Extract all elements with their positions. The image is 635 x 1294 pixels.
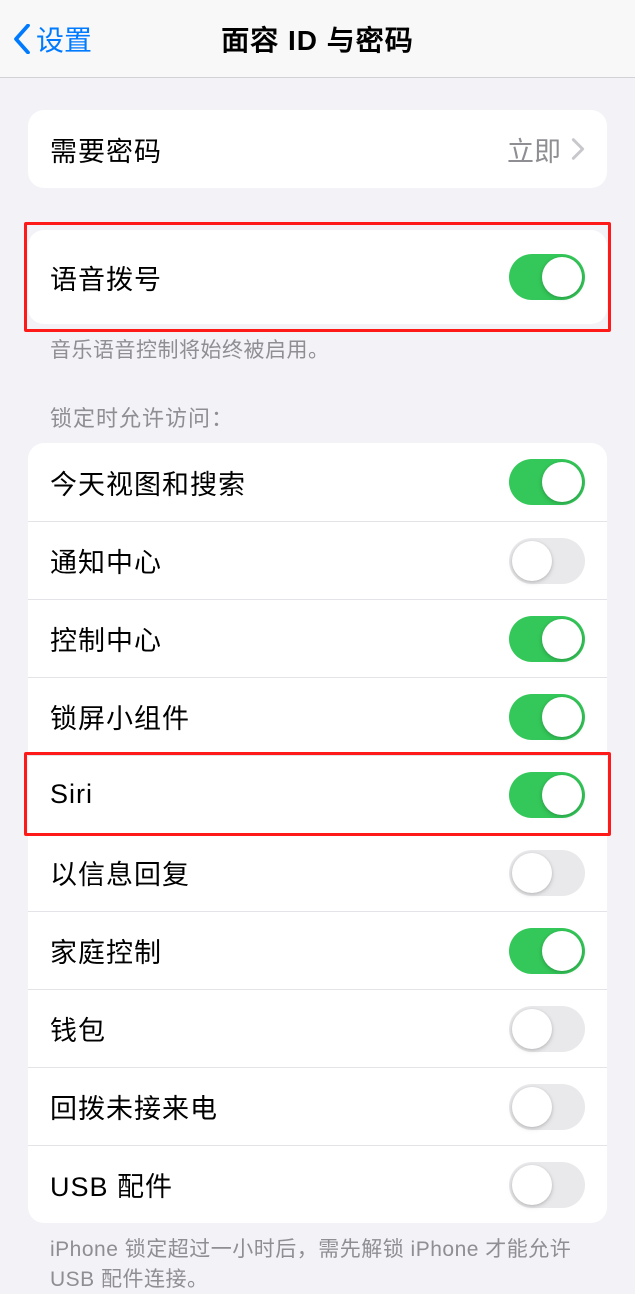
chevron-left-icon [12,23,32,55]
require-passcode-label: 需要密码 [50,130,162,169]
lock-access-toggle[interactable] [509,928,585,974]
lock-access-label: 控制中心 [50,619,162,658]
lock-access-toggle[interactable] [509,459,585,505]
chevron-right-icon [571,137,585,161]
lock-access-row: Siri [28,755,607,833]
navbar: 设置 面容 ID 与密码 [0,0,635,78]
lock-access-row: 通知中心 [28,521,607,599]
voice-dial-group: 语音拨号 [28,230,607,324]
lock-access-row: 钱包 [28,989,607,1067]
lock-access-label: 通知中心 [50,541,162,580]
lock-access-row: 控制中心 [28,599,607,677]
back-label: 设置 [36,19,92,59]
page-title: 面容 ID 与密码 [221,19,414,59]
lock-access-row: USB 配件 [28,1145,607,1223]
lock-access-group: 今天视图和搜索通知中心控制中心锁屏小组件 Siri 以信息回复家庭控制钱包回拨未接来… [28,443,607,1223]
lock-access-label: 回拨未接来电 [50,1087,218,1126]
usb-footer: iPhone 锁定超过一小时后，需先解锁 iPhone 才能允许 USB 配件连… [28,1223,607,1294]
lock-access-label: 锁屏小组件 [50,697,190,736]
lock-access-toggle[interactable] [509,1162,585,1208]
lock-access-toggle[interactable] [509,1084,585,1130]
lock-access-toggle[interactable] [509,772,585,818]
lock-access-row: 以信息回复 [28,833,607,911]
lock-access-label: 钱包 [50,1009,106,1048]
voice-dial-row: 语音拨号 [28,230,607,324]
lock-access-label: USB 配件 [50,1165,173,1204]
voice-dial-toggle[interactable] [509,254,585,300]
require-passcode-row[interactable]: 需要密码 立即 [28,110,607,188]
lock-access-row: 今天视图和搜索 [28,443,607,521]
lock-access-row: 家庭控制 [28,911,607,989]
lock-access-toggle[interactable] [509,694,585,740]
lock-access-label: 以信息回复 [50,853,190,892]
lock-access-row: 回拨未接来电 [28,1067,607,1145]
lock-access-label: 今天视图和搜索 [50,463,246,502]
lock-access-toggle[interactable] [509,616,585,662]
lock-access-header: 锁定时允许访问： [28,365,607,443]
lock-access-row: 锁屏小组件 [28,677,607,755]
lock-access-label: 家庭控制 [50,931,162,970]
require-passcode-group: 需要密码 立即 [28,110,607,188]
lock-access-toggle[interactable] [509,1006,585,1052]
lock-access-toggle[interactable] [509,850,585,896]
require-passcode-value: 立即 [507,130,561,169]
lock-access-toggle[interactable] [509,538,585,584]
lock-access-label: Siri [50,779,93,810]
voice-dial-footer: 音乐语音控制将始终被启用。 [28,324,607,365]
back-button[interactable]: 设置 [0,19,92,59]
voice-dial-label: 语音拨号 [50,258,162,297]
